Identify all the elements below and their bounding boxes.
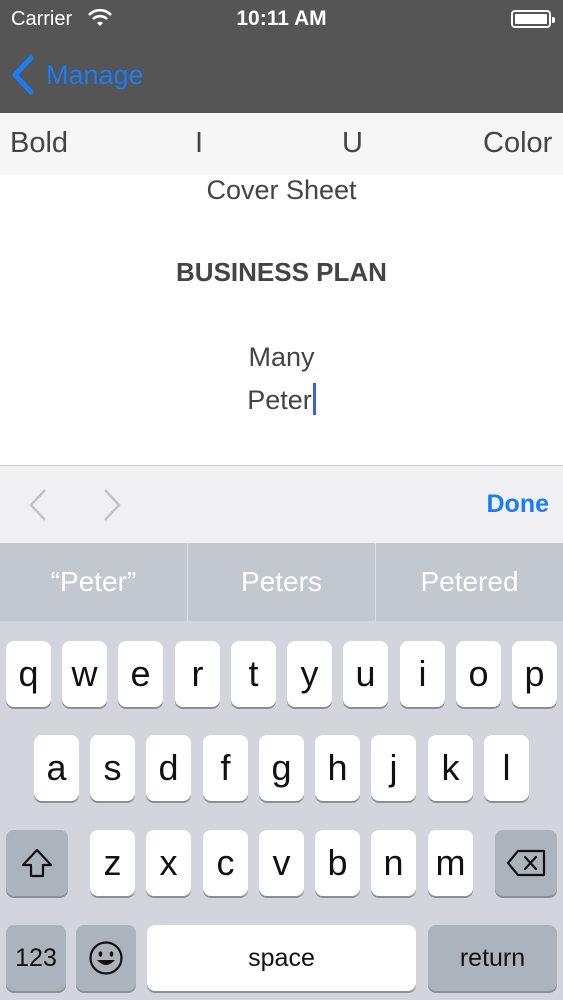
shift-key[interactable] [6, 830, 68, 896]
key-r[interactable]: r [175, 641, 220, 707]
numbers-key[interactable]: 123 [6, 925, 66, 991]
key-m[interactable]: m [428, 830, 473, 896]
key-u[interactable]: u [343, 641, 388, 707]
key-q[interactable]: q [6, 641, 51, 707]
key-x[interactable]: x [146, 830, 191, 896]
key-t[interactable]: t [231, 641, 276, 707]
business-plan-heading: BUSINESS PLAN [176, 257, 387, 287]
previous-field-icon[interactable] [28, 488, 48, 522]
status-time: 10:11 AM [236, 7, 327, 30]
text-line-current: Peter [0, 383, 563, 416]
key-s[interactable]: s [90, 735, 135, 801]
key-f[interactable]: f [203, 735, 248, 801]
format-toolbar: Bold I U Color [0, 113, 563, 175]
input-accessory-bar: Done [0, 465, 563, 543]
done-button[interactable]: Done [487, 490, 550, 519]
emoji-icon [89, 941, 123, 975]
text-caret [312, 383, 316, 415]
key-v[interactable]: v [259, 830, 304, 896]
document-editor[interactable]: Cover Sheet BUSINESS PLAN Many Peter [0, 175, 563, 465]
text-line-many: Many [248, 342, 315, 372]
key-a[interactable]: a [34, 735, 79, 801]
cover-sheet-line: Cover Sheet [206, 175, 357, 205]
key-e[interactable]: e [118, 641, 163, 707]
return-key[interactable]: return [428, 925, 557, 991]
key-w[interactable]: w [62, 641, 107, 707]
key-b[interactable]: b [315, 830, 360, 896]
space-key[interactable]: space [147, 925, 416, 991]
keyboard: q w e r t y u i o p a s d f g h j k l z … [0, 621, 563, 1000]
color-button[interactable]: Color [483, 127, 552, 160]
key-z[interactable]: z [90, 830, 135, 896]
key-h[interactable]: h [315, 735, 360, 801]
back-button[interactable]: Manage [10, 52, 144, 98]
underline-button[interactable]: U [342, 127, 363, 160]
key-c[interactable]: c [203, 830, 248, 896]
key-n[interactable]: n [371, 830, 416, 896]
key-l[interactable]: l [484, 735, 529, 801]
key-p[interactable]: p [512, 641, 557, 707]
bold-button[interactable]: Bold [10, 127, 68, 160]
text-line-peter: Peter [247, 385, 312, 415]
shift-icon [21, 848, 53, 878]
backspace-icon [506, 849, 546, 877]
key-o[interactable]: o [456, 641, 501, 707]
key-j[interactable]: j [371, 735, 416, 801]
key-d[interactable]: d [146, 735, 191, 801]
battery-icon [511, 10, 555, 28]
back-label: Manage [46, 59, 144, 90]
key-i[interactable]: i [400, 641, 445, 707]
navigation-bar: Carrier 10:11 AM Manage [0, 0, 563, 113]
italic-button[interactable]: I [195, 127, 203, 160]
suggestion-item[interactable]: Peters [187, 543, 375, 621]
key-g[interactable]: g [259, 735, 304, 801]
emoji-key[interactable] [76, 925, 136, 991]
delete-key[interactable] [495, 830, 557, 896]
suggestion-bar: “Peter” Peters Petered [0, 543, 563, 621]
status-bar: Carrier 10:11 AM [0, 0, 563, 40]
next-field-icon[interactable] [102, 488, 122, 522]
key-k[interactable]: k [428, 735, 473, 801]
suggestion-item[interactable]: Petered [375, 543, 563, 621]
suggestion-item[interactable]: “Peter” [0, 543, 187, 621]
chevron-left-icon [12, 55, 34, 95]
key-y[interactable]: y [287, 641, 332, 707]
